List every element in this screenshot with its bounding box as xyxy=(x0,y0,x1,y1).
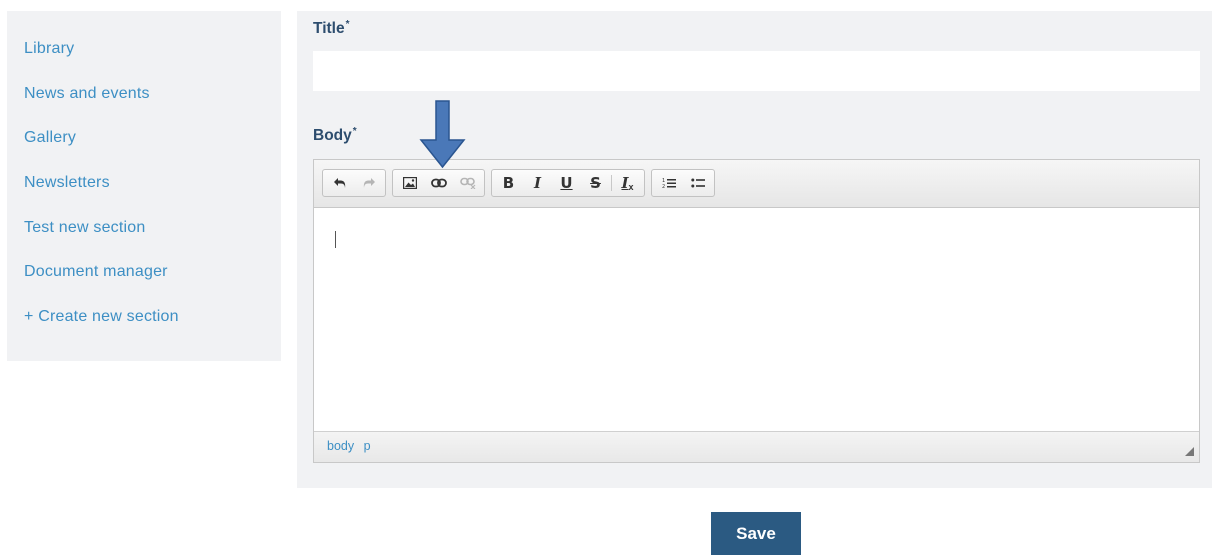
undo-icon[interactable] xyxy=(325,170,354,196)
resize-handle-icon[interactable] xyxy=(1185,447,1194,456)
italic-button[interactable]: I xyxy=(523,170,552,196)
editor-status-bar: body p xyxy=(314,431,1199,462)
italic-label: I xyxy=(533,174,542,192)
link-icon[interactable] xyxy=(424,170,453,196)
clear-format-sub: x xyxy=(628,182,634,192)
ordered-list-icon[interactable]: 12 xyxy=(654,170,683,196)
bullet-list-icon[interactable] xyxy=(683,170,712,196)
sidebar-nav: Library News and events Gallery Newslett… xyxy=(7,11,281,361)
save-button[interactable]: Save xyxy=(711,512,801,555)
title-label-text: Title xyxy=(313,20,345,38)
underline-button[interactable]: U xyxy=(552,170,581,196)
history-group xyxy=(322,169,386,197)
sidebar-item-create-new-section[interactable]: + Create new section xyxy=(7,306,281,351)
rich-text-editor: B I U S Ix 12 body p xyxy=(313,159,1200,463)
element-path-p[interactable]: p xyxy=(364,439,371,453)
unlink-icon[interactable] xyxy=(453,170,482,196)
strike-label: S xyxy=(590,174,601,192)
format-group: B I U S Ix xyxy=(491,169,645,197)
editor-content-area[interactable] xyxy=(314,208,1199,431)
required-marker: * xyxy=(352,126,357,137)
bold-button[interactable]: B xyxy=(494,170,523,196)
title-label: Title* xyxy=(313,19,350,38)
sidebar-item-document-manager[interactable]: Document manager xyxy=(7,261,281,306)
redo-icon[interactable] xyxy=(354,170,383,196)
element-path-body[interactable]: body xyxy=(327,439,354,453)
sidebar-item-news-and-events[interactable]: News and events xyxy=(7,83,281,128)
bold-label: B xyxy=(502,174,515,192)
insert-group xyxy=(392,169,485,197)
body-label-text: Body xyxy=(313,127,352,145)
sidebar-item-library[interactable]: Library xyxy=(7,38,281,83)
body-label: Body* xyxy=(313,126,357,145)
sidebar-item-gallery[interactable]: Gallery xyxy=(7,127,281,172)
list-group: 12 xyxy=(651,169,715,197)
toolbar-separator xyxy=(611,175,612,191)
image-icon[interactable] xyxy=(395,170,424,196)
clear-format-label: I xyxy=(621,174,629,192)
annotation-arrow-icon xyxy=(419,100,466,169)
required-marker: * xyxy=(345,19,350,30)
title-input[interactable] xyxy=(313,51,1200,91)
sidebar-item-newsletters[interactable]: Newsletters xyxy=(7,172,281,217)
sidebar-item-test-new-section[interactable]: Test new section xyxy=(7,217,281,262)
clear-formatting-button[interactable]: Ix xyxy=(613,170,642,196)
strikethrough-button[interactable]: S xyxy=(581,170,610,196)
underline-label: U xyxy=(560,174,573,192)
content-form: Title* Body* B I U S I x 1 2 body p xyxy=(297,11,1212,488)
svg-text:2: 2 xyxy=(662,184,665,189)
text-cursor xyxy=(335,231,336,248)
